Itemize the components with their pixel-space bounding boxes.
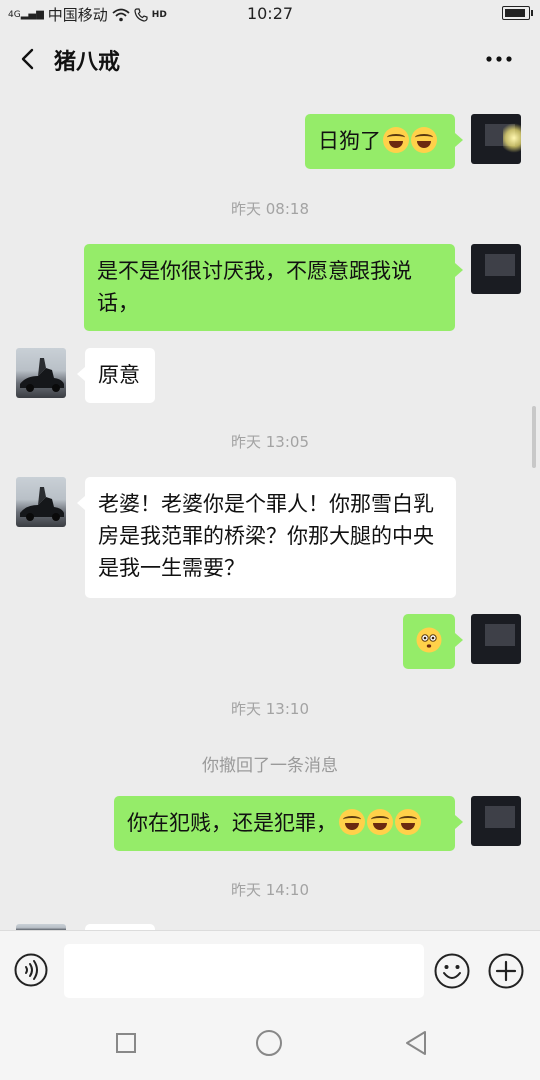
my-avatar[interactable] [471,796,521,846]
chat-header: 猪八戒 [0,32,540,88]
recent-apps-icon[interactable] [116,1033,136,1053]
bubble-tail [455,263,463,277]
my-avatar[interactable] [471,244,521,294]
timestamp: 昨天 14:10 [231,881,309,899]
avatar-screen [485,254,515,276]
recall-notice: 你撤回了一条消息 [202,756,338,776]
tears-of-joy-emoji [339,809,365,835]
battery-icon [502,6,533,20]
message-bubble[interactable]: 原意 [85,348,155,403]
flushed-face-emoji [416,627,442,653]
car-image [20,358,64,392]
emoji-picker-icon[interactable] [434,953,470,989]
system-navigation-bar [0,1011,540,1080]
bubble-tail [77,496,85,510]
input-bar [0,930,540,1011]
my-avatar[interactable] [471,114,521,164]
avatar-screen [485,806,515,828]
more-functions-icon[interactable] [488,953,524,989]
my-avatar[interactable] [471,614,521,664]
bubble-tail [455,633,463,647]
avatar-screen [485,624,515,646]
scrollbar[interactable] [532,406,536,468]
car-image [20,487,64,521]
message-input[interactable] [64,944,424,998]
voice-input-icon[interactable] [14,953,48,987]
message-bubble[interactable]: 你在犯贱，还是犯罪， [114,796,455,851]
message-bubble[interactable] [403,614,455,669]
tears-of-joy-emoji [383,127,409,153]
timestamp: 昨天 08:18 [231,200,309,218]
tears-of-joy-emoji [411,127,437,153]
status-time: 10:27 [246,4,294,23]
status-bar: 4G▂▄▆ 中国移动 HD 10:27 [0,0,540,28]
message-bubble[interactable]: 老婆！老婆你是个罪人！你那雪白乳房是我范罪的桥梁？你那大腿的中央是我一生需要？ [85,477,456,598]
timestamp: 昨天 13:10 [231,700,309,718]
home-icon[interactable] [256,1030,282,1056]
chat-title: 猪八戒 [54,50,121,75]
message-text: 原意 [98,363,140,387]
timestamp: 昨天 13:05 [231,433,309,451]
bubble-tail [455,815,463,829]
bubble-tail [455,133,463,147]
contact-avatar[interactable] [16,348,66,398]
system-back-icon[interactable] [404,1030,428,1056]
back-arrow-icon[interactable] [18,48,40,70]
tears-of-joy-emoji [367,809,393,835]
message-text: 你在犯贱，还是犯罪， [127,811,337,835]
message-text: 日狗了 [318,129,381,153]
contact-avatar[interactable] [16,477,66,527]
avatar-glow [503,120,521,156]
tears-of-joy-emoji [395,809,421,835]
message-text: 是不是你很讨厌我，不愿意跟我说话， [97,259,412,315]
message-text: 老婆！老婆你是个罪人！你那雪白乳房是我范罪的桥梁？你那大腿的中央是我一生需要？ [98,492,434,580]
bubble-tail [77,367,85,381]
message-bubble[interactable]: 日狗了 [305,114,455,169]
more-options-icon[interactable] [484,48,514,70]
message-bubble[interactable]: 是不是你很讨厌我，不愿意跟我说话， [84,244,455,331]
